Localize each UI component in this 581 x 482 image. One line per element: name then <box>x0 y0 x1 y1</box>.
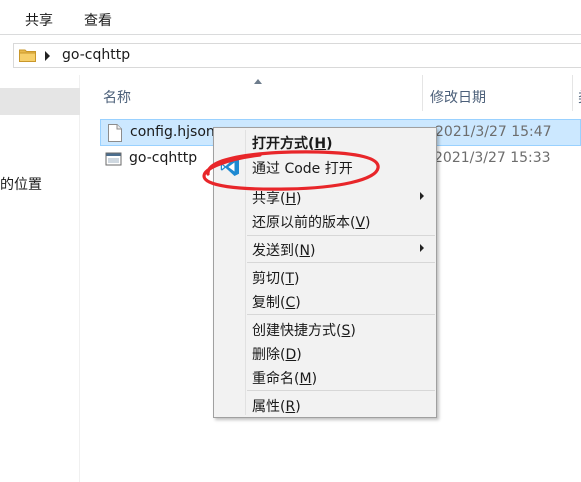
file-name: go-cqhttp <box>129 150 198 166</box>
text-file-icon <box>108 124 122 142</box>
exe-file-icon <box>105 152 122 166</box>
ribbon: 共享 查看 <box>0 0 581 35</box>
submenu-arrow-icon <box>420 244 424 252</box>
address-bar[interactable]: go-cqhttp <box>13 43 581 68</box>
menu-item-share[interactable]: 共享(H) <box>214 186 436 208</box>
column-header-name-label: 名称 <box>103 90 131 106</box>
menu-item-create-shortcut-label: 创建快捷方式(S) <box>252 323 356 339</box>
menu-item-send-to[interactable]: 发送到(N) <box>214 238 436 260</box>
column-header-name[interactable]: 名称 <box>80 75 422 111</box>
navigation-pane: 的位置 <box>0 75 80 482</box>
menu-item-delete-label: 删除(D) <box>252 347 302 363</box>
menu-item-create-shortcut[interactable]: 创建快捷方式(S) <box>214 318 436 340</box>
menu-item-open-with-code[interactable]: 通过 Code 打开 <box>214 156 436 178</box>
menu-separator <box>247 390 435 391</box>
sort-up-icon <box>254 79 262 84</box>
menu-item-properties[interactable]: 属性(R) <box>214 394 436 416</box>
menu-item-open-with-label: 打开方式(H) <box>252 136 333 152</box>
menu-item-open-with[interactable]: 打开方式(H) <box>214 131 436 153</box>
menu-item-restore-versions-label: 还原以前的版本(V) <box>252 215 371 231</box>
column-header-date[interactable]: 修改日期 <box>422 75 572 111</box>
vscode-icon <box>220 158 239 176</box>
folder-icon <box>19 49 36 62</box>
explorer-window: 共享 查看 go-cqhttp 的位置 名称 修改日期 类 confi <box>0 0 581 482</box>
nav-item-selected[interactable] <box>0 88 80 115</box>
menu-item-rename-label: 重命名(M) <box>252 371 318 387</box>
context-menu: 打开方式(H) 通过 Code 打开 共享(H) 还原以前的版本(V) 发送到(… <box>213 127 437 418</box>
submenu-arrow-icon <box>420 192 424 200</box>
menu-item-copy-label: 复制(C) <box>252 295 301 311</box>
menu-item-rename[interactable]: 重命名(M) <box>214 366 436 388</box>
breadcrumb-current[interactable]: go-cqhttp <box>62 47 130 63</box>
menu-item-delete[interactable]: 删除(D) <box>214 342 436 364</box>
menu-separator <box>247 235 435 236</box>
menu-item-cut[interactable]: 剪切(T) <box>214 266 436 288</box>
menu-separator <box>247 314 435 315</box>
column-header-date-label: 修改日期 <box>430 90 486 106</box>
menu-item-share-label: 共享(H) <box>252 191 302 207</box>
file-date: 2021/3/27 15:47 <box>435 124 552 140</box>
menu-item-properties-label: 属性(R) <box>252 399 301 415</box>
menu-item-send-to-label: 发送到(N) <box>252 243 316 259</box>
nav-item-location[interactable]: 的位置 <box>0 174 42 194</box>
menu-item-restore-versions[interactable]: 还原以前的版本(V) <box>214 210 436 232</box>
menu-item-cut-label: 剪切(T) <box>252 271 300 287</box>
file-name: config.hjson <box>130 124 215 140</box>
breadcrumb-chevron-icon[interactable] <box>45 51 50 61</box>
menu-item-open-with-code-label: 通过 Code 打开 <box>252 161 353 177</box>
menu-item-copy[interactable]: 复制(C) <box>214 290 436 312</box>
file-date: 2021/3/27 15:33 <box>434 150 551 166</box>
tab-view[interactable]: 查看 <box>84 10 112 30</box>
tab-share[interactable]: 共享 <box>25 10 53 30</box>
address-row: go-cqhttp <box>0 35 581 75</box>
column-header-type[interactable]: 类 <box>572 75 581 111</box>
menu-separator <box>247 262 435 263</box>
